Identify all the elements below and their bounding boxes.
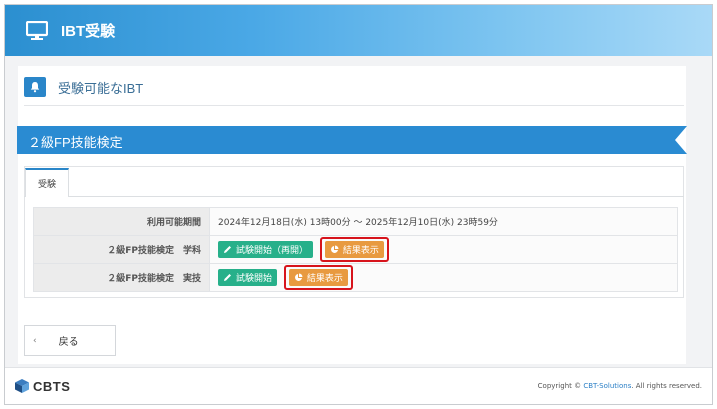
- cbt-solutions-link[interactable]: CBT-Solutions: [583, 382, 631, 390]
- exam-row-label: ２級FP技能検定 学科: [33, 235, 210, 264]
- period-value: 2024年12月18日(水) 13時00分 〜 2025年12月10日(水) 2…: [209, 207, 678, 236]
- pencil-icon: [224, 274, 231, 281]
- logo-text: CBTS: [33, 378, 71, 394]
- divider: [24, 105, 684, 106]
- start-exam-button[interactable]: 試験開始（再開）: [218, 241, 314, 258]
- pie-chart-icon: [294, 273, 303, 281]
- exam-detail-table: 利用可能期間 2024年12月18日(水) 13時00分 〜 2025年12月1…: [33, 207, 678, 292]
- period-label: 利用可能期間: [33, 207, 210, 236]
- app-title: IBT受験: [61, 23, 116, 40]
- footer: CBTS Copyright © CBT-Solutions. All righ…: [5, 367, 712, 404]
- exam-title: ２級FP技能検定: [28, 135, 123, 150]
- pie-chart-icon: [330, 245, 339, 253]
- back-button[interactable]: ‹ 戻る: [24, 325, 116, 356]
- section-title: 受験可能なIBT: [58, 80, 144, 96]
- app-header: IBT受験: [5, 5, 712, 56]
- highlight-frame: 結果表示: [319, 237, 389, 262]
- cbts-logo: CBTS: [14, 378, 70, 394]
- back-label: 戻る: [58, 337, 79, 348]
- start-exam-label: 試験開始: [236, 274, 273, 284]
- bell-icon: [24, 77, 46, 97]
- start-exam-label: 試験開始（再開）: [236, 246, 309, 256]
- pencil-icon: [224, 246, 231, 253]
- show-result-button[interactable]: 結果表示: [324, 241, 384, 258]
- tab-strip-line: [24, 196, 684, 197]
- show-result-label: 結果表示: [306, 274, 343, 284]
- monitor-icon: [25, 20, 49, 41]
- copyright-text: Copyright © CBT-Solutions. All rights re…: [537, 382, 702, 390]
- table-row: 利用可能期間 2024年12月18日(水) 13時00分 〜 2025年12月1…: [33, 207, 678, 236]
- highlight-frame: 結果表示: [283, 265, 353, 290]
- exam-row-label: ２級FP技能検定 実技: [33, 263, 210, 292]
- table-row: ２級FP技能検定 学科 試験開始（再開） 結果表示: [33, 235, 678, 264]
- start-exam-button[interactable]: 試験開始: [218, 269, 278, 286]
- section-header: 受験可能なIBT: [24, 76, 143, 98]
- cube-logo-icon: [15, 379, 29, 393]
- table-row: ２級FP技能検定 実技 試験開始 結果表示: [33, 263, 678, 292]
- show-result-button[interactable]: 結果表示: [288, 269, 348, 286]
- show-result-label: 結果表示: [342, 246, 379, 256]
- tab-exam[interactable]: 受験: [25, 168, 69, 197]
- chevron-left-icon: ‹: [33, 335, 37, 346]
